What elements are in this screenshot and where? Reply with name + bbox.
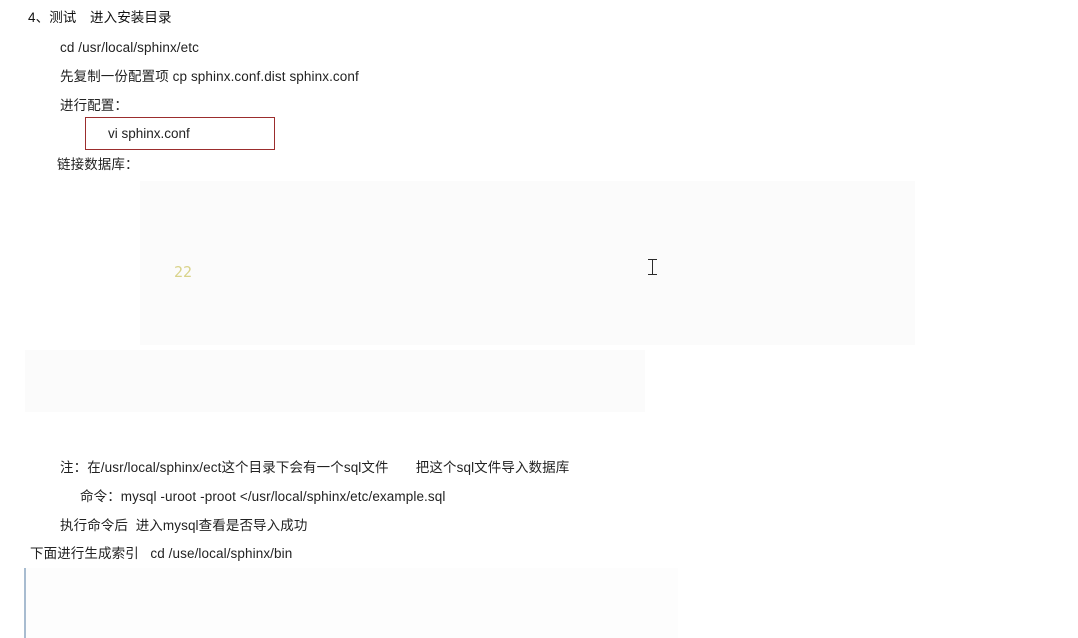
terminal-output[interactable]: [root@localhost bin]# ls indexer indexto… [24,568,678,638]
doc-line-mysql-import-command: 命令：mysql -uroot -proot </usr/local/sphin… [80,489,446,504]
doc-line-verify-import: 执行命令后 进入mysql查看是否导入成功 [60,518,308,533]
doc-line-build-index: 下面进行生成索引 cd /use/local/sphinx/bin [30,546,293,561]
doc-line-cd-etc: cd /usr/local/sphinx/etc [60,40,199,55]
line-number: 22 [173,263,192,282]
sql-query-pre-code-block: # sql_query_pre = SET NAMES utf8 # sql_q… [25,350,645,412]
doc-line-copy-config: 先复制一份配置项 cp sphinx.conf.dist sphinx.conf [60,69,359,84]
code-row: 23 # some straightforward parameters for… [140,323,915,345]
vi-command-callout[interactable]: vi sphinx.conf [85,117,275,150]
sphinx-conf-code-block: 22 23 # some straightforward parameters … [140,181,915,345]
code-row: # [25,391,645,413]
code-row: 22 [140,242,915,281]
page-title: 4、测试 进入安装目录 [28,10,172,25]
terminal-left-accent-bar [24,568,26,638]
code-text: # [25,411,34,413]
doc-line-note-sql-file: 注：在/usr/local/sphinx/ect这个目录下会有一个sql文件 把… [60,460,570,475]
vi-command-label: vi sphinx.conf [108,126,190,141]
doc-line-configure: 进行配置： [60,98,128,113]
doc-line-link-database: 链接数据库： [57,157,139,172]
line-number: 23 [140,343,192,345]
